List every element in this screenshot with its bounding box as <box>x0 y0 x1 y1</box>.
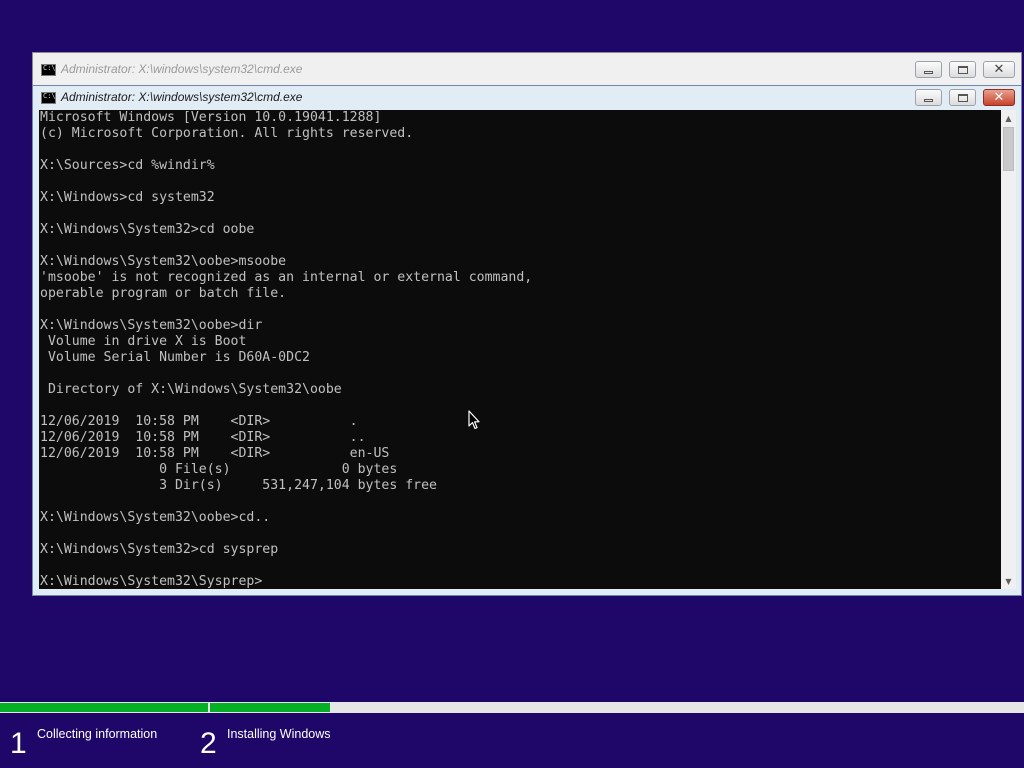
background-maximize-button[interactable] <box>949 61 976 78</box>
maximize-icon <box>957 93 968 102</box>
step-2-number: 2 <box>200 727 217 760</box>
step-2-progress <box>210 703 1024 712</box>
scroll-up-button[interactable]: ▲ <box>1001 110 1016 126</box>
background-window-title: Administrator: X:\windows\system32\cmd.e… <box>61 62 303 76</box>
setup-progress-bar <box>0 702 1024 713</box>
minimize-button[interactable] <box>915 89 942 106</box>
vertical-scrollbar[interactable]: ▲ ▼ <box>1001 110 1016 589</box>
step-1-number: 1 <box>10 727 27 760</box>
setup-steps: 1 Collecting information 2 Installing Wi… <box>0 713 1024 768</box>
maximize-icon <box>957 65 968 74</box>
close-button[interactable]: ✕ <box>983 89 1015 106</box>
console-output[interactable]: Microsoft Windows [Version 10.0.19041.12… <box>39 110 1001 589</box>
background-title-bar[interactable]: Administrator: X:\windows\system32\cmd.e… <box>33 60 1021 84</box>
minimize-icon <box>924 98 933 102</box>
title-bar[interactable]: Administrator: X:\windows\system32\cmd.e… <box>33 88 1021 112</box>
close-icon: ✕ <box>993 90 1005 105</box>
step-2-label: Installing Windows <box>227 727 331 741</box>
step-1-label: Collecting information <box>37 727 158 741</box>
background-minimize-button[interactable] <box>915 61 942 78</box>
cmd-window[interactable]: Administrator: X:\windows\system32\cmd.e… <box>32 85 1022 596</box>
scroll-down-button[interactable]: ▼ <box>1001 573 1016 589</box>
minimize-icon <box>924 70 933 74</box>
chevron-up-icon: ▲ <box>1005 113 1012 123</box>
close-icon: ✕ <box>993 62 1005 77</box>
cmd-icon <box>41 92 56 104</box>
cmd-icon <box>41 64 56 76</box>
window-title: Administrator: X:\windows\system32\cmd.e… <box>61 90 303 104</box>
scrollbar-thumb[interactable] <box>1003 127 1014 171</box>
step-2-progress-fill <box>210 703 331 712</box>
console-text: Microsoft Windows [Version 10.0.19041.12… <box>40 110 533 589</box>
step-1-progress-fill <box>0 703 208 712</box>
mouse-pointer-icon <box>468 410 480 430</box>
background-close-button[interactable]: ✕ <box>983 61 1015 78</box>
step-1-progress <box>0 703 208 712</box>
maximize-button[interactable] <box>949 89 976 106</box>
chevron-down-icon: ▼ <box>1005 576 1012 586</box>
